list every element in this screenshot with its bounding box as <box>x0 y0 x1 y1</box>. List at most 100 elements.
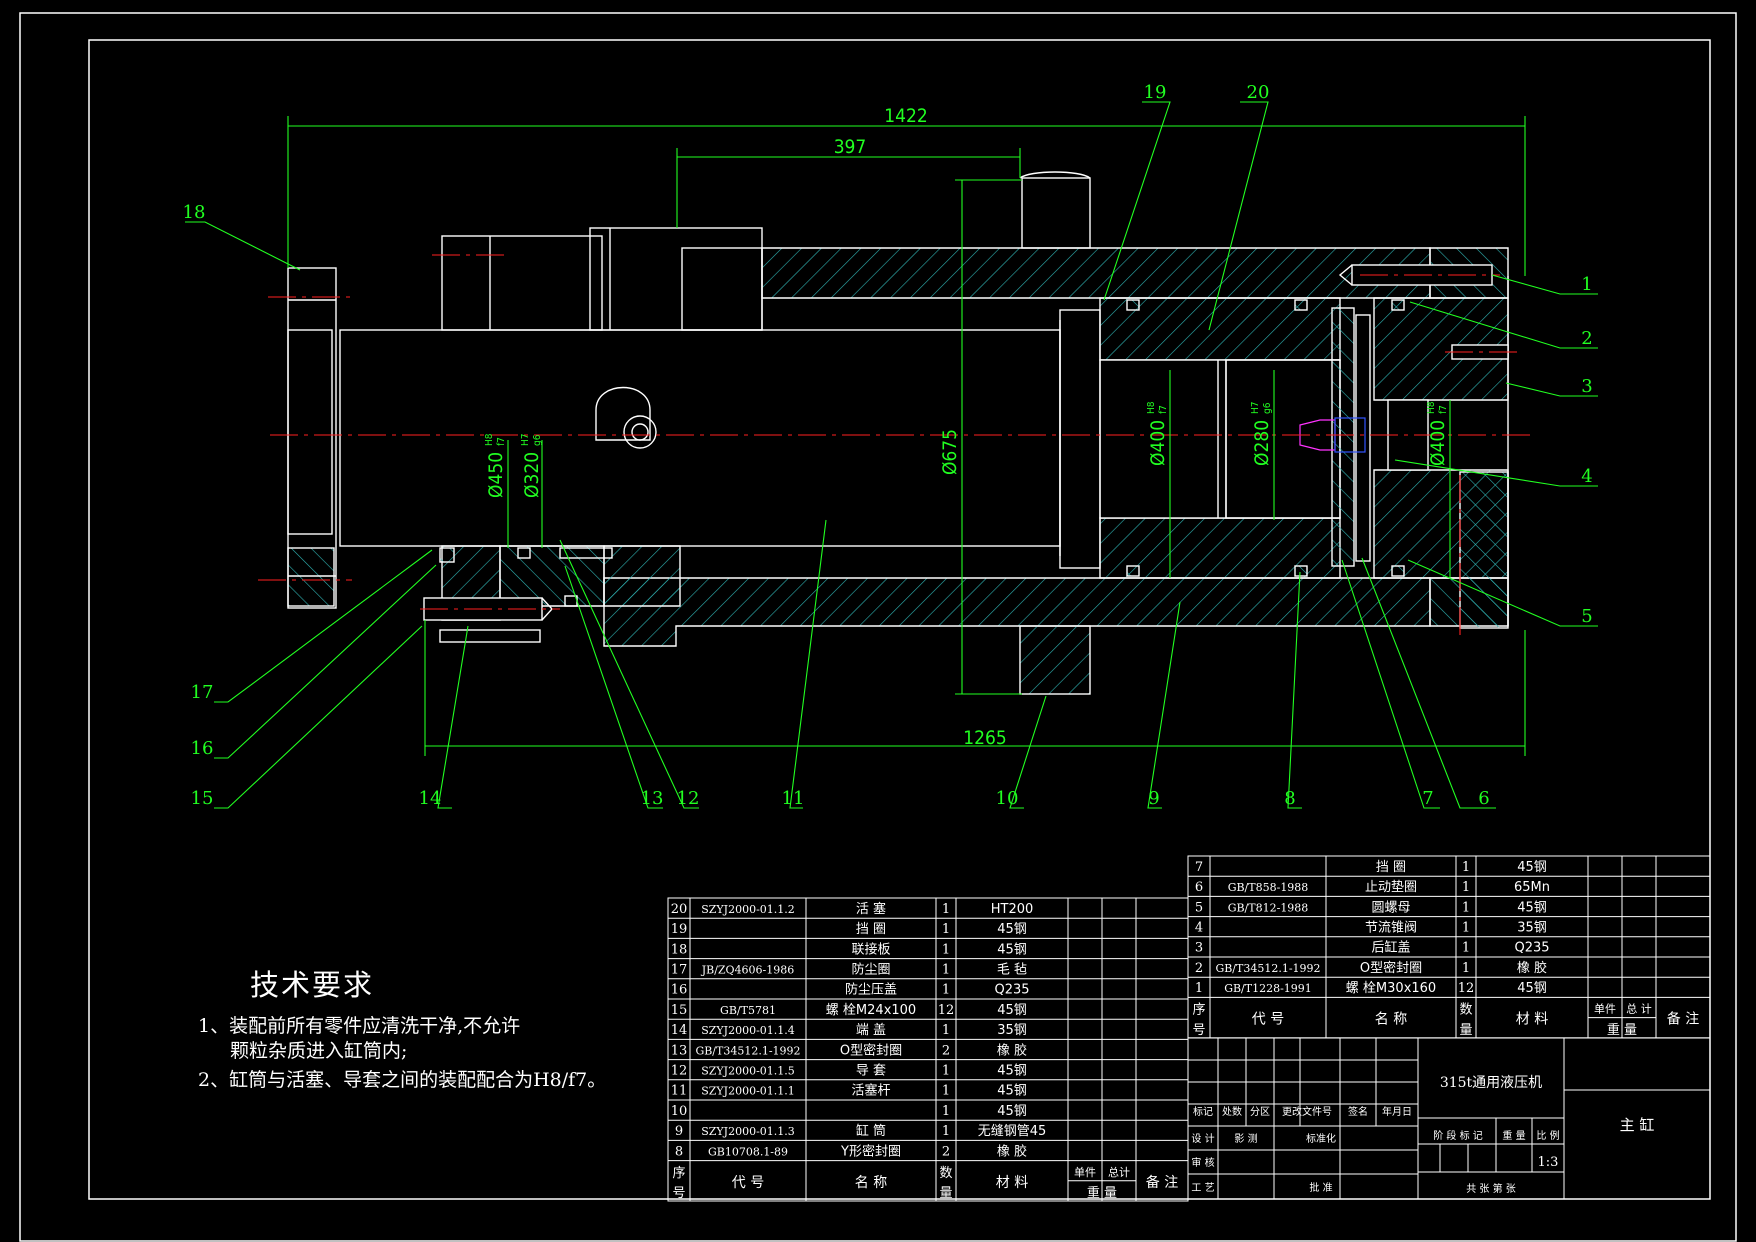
bom-name: 螺 栓M24x100 <box>826 1003 916 1018</box>
balloon-9: 9 <box>1148 788 1159 809</box>
hdr-qty: 数 <box>1459 1003 1472 1018</box>
leader-lines <box>185 101 1598 809</box>
cylinder-body <box>287 171 1509 695</box>
dim-rod-fit-top: H7 <box>520 434 531 447</box>
balloon-2: 2 <box>1581 328 1592 349</box>
bom-code: GB/T1228-1991 <box>1224 982 1312 995</box>
bom-name: 防尘圈 <box>851 962 890 978</box>
tech-line-1b: 颗粒杂质进入缸筒内; <box>230 1040 408 1062</box>
hdr-code: 代 号 <box>1252 1012 1284 1028</box>
bom-qty: 1 <box>1462 860 1470 875</box>
dim-bore-left-value: Ø400 <box>1147 420 1169 466</box>
balloon-15: 15 <box>191 788 214 809</box>
bom-qty: 1 <box>1462 880 1470 895</box>
bom-qty: 1 <box>942 1064 950 1079</box>
bom-material: HT200 <box>991 902 1034 917</box>
bom-qty: 1 <box>1462 900 1470 915</box>
bom-name: 缸 筒 <box>856 1123 886 1139</box>
weight-label: 重 量 <box>1502 1129 1525 1142</box>
bom-material: 65Mn <box>1514 880 1550 895</box>
bom-material: 毛 毡 <box>997 963 1027 978</box>
rev-doc: 更改文件号 <box>1282 1105 1332 1118</box>
balloon-13: 13 <box>641 788 664 809</box>
bom-code: GB/T34512.1-1992 <box>1215 962 1320 975</box>
dim-overall-length: 1422 <box>884 105 928 127</box>
bom-code: GB/T858-1988 <box>1228 881 1309 894</box>
dim-flange-offset: 397 <box>834 136 867 158</box>
hdr-code: 代 号 <box>732 1175 764 1191</box>
bom-material: Q235 <box>1514 941 1549 956</box>
bom-no: 2 <box>1195 961 1203 976</box>
hdr-no: 序 <box>672 1166 685 1181</box>
dim-bore-left-fit-top: H8 <box>1146 401 1157 414</box>
bom-name: 节流锥阀 <box>1365 921 1417 936</box>
stage-label: 阶 段 标 记 <box>1433 1129 1483 1142</box>
bom-name: O型密封圈 <box>1360 960 1422 976</box>
title-block-text: 315t通用液压机 主 缸 1:3 阶 段 标 记 重 量 比 例 共 张 第 … <box>1191 1075 1654 1195</box>
bom-no: 8 <box>675 1144 683 1159</box>
bom-no: 20 <box>671 902 688 917</box>
bom-name: Y形密封圈 <box>840 1143 901 1159</box>
bom-no: 7 <box>1195 860 1203 875</box>
bom-code: SZYJ2000-01.1.5 <box>701 1065 795 1078</box>
bom-material: 橡 胶 <box>997 1042 1027 1058</box>
bom-code: GB/T812-1988 <box>1228 901 1309 914</box>
rev-date: 年月日 <box>1382 1105 1412 1118</box>
bom-material: 45钢 <box>997 1104 1027 1119</box>
rev-zone: 分区 <box>1250 1106 1270 1118</box>
bom-code: JB/ZQ4606-1986 <box>701 964 795 977</box>
rev-count: 处数 <box>1222 1105 1242 1118</box>
process-label: 工 艺 <box>1191 1182 1214 1194</box>
bom-material: 35钢 <box>1517 921 1547 936</box>
bom-material: 35钢 <box>997 1023 1027 1038</box>
technical-requirements: 技术要求 1、装配前所有零件应清洗干净,不允许 颗粒杂质进入缸筒内; 2、缸筒与… <box>198 962 606 1093</box>
balloon-17: 17 <box>191 682 214 703</box>
dim-diameter-flange: Ø675 <box>939 429 961 475</box>
tech-title: 技术要求 <box>250 968 375 1002</box>
bom-qty: 1 <box>942 902 950 917</box>
bom-no: 13 <box>671 1043 688 1058</box>
bom-no: 4 <box>1195 921 1203 936</box>
review-label: 审 核 <box>1191 1156 1214 1169</box>
dim-bore-right-value: Ø400 <box>1427 420 1449 466</box>
bom-qty: 1 <box>942 1124 950 1139</box>
balloon-16: 16 <box>191 738 214 759</box>
balloon-18: 18 <box>183 202 206 223</box>
bom-name: 端 盖 <box>856 1023 886 1038</box>
bom-name: 挡 圈 <box>1376 860 1406 875</box>
balloon-20: 20 <box>1247 82 1270 103</box>
dim-diameter-rod: Ø320 H7 g6 <box>520 434 543 499</box>
hdr-no2: 号 <box>672 1186 685 1201</box>
balloon-6: 6 <box>1478 788 1489 809</box>
balloon-14: 14 <box>419 788 442 809</box>
bom-code: GB10708.1-89 <box>708 1145 788 1158</box>
dim-gland-fit-bottom: f7 <box>496 437 507 446</box>
bom-material: 45钢 <box>997 942 1027 957</box>
bom-table-right: 7 挡 圈 1 45钢 6 GB/T858-1988 止动垫圈 1 65Mn 5 GB/T812-1… <box>1187 855 1711 1039</box>
scale-value: 1:3 <box>1538 1155 1559 1170</box>
dim-cylinder-length: 1265 <box>963 727 1007 749</box>
bom-no: 15 <box>671 1003 688 1018</box>
bom-name: 防尘压盖 <box>845 982 897 998</box>
bom-code: SZYJ2000-01.1.1 <box>701 1085 795 1098</box>
bom-material: 橡 胶 <box>997 1143 1027 1159</box>
rev-sign: 签名 <box>1348 1105 1368 1118</box>
dim-bore-right-fit-bottom: f7 <box>1438 405 1449 414</box>
approve-label: 批 准 <box>1309 1181 1332 1194</box>
hdr-total: 总 计 <box>1626 1002 1652 1016</box>
bom-qty: 1 <box>1462 961 1470 976</box>
bom-table-left: 20 SZYJ2000-01.1.2 活 塞 1 HT20019 挡 圈 1 45钢18 联接板… <box>667 897 1189 1202</box>
bom-name: 后缸盖 <box>1371 940 1410 956</box>
bom-no: 17 <box>671 963 688 978</box>
bom-no: 9 <box>675 1124 683 1139</box>
balloon-8: 8 <box>1284 788 1295 809</box>
hdr-qty2: 量 <box>1459 1023 1472 1038</box>
bom-material: 45钢 <box>997 1084 1027 1099</box>
dim-piston-value: Ø280 <box>1251 420 1273 466</box>
standardize-label: 标准化 <box>1306 1132 1336 1145</box>
bom-qty: 1 <box>942 922 950 937</box>
hdr-remark: 备 注 <box>1146 1174 1178 1191</box>
bom-material: 无缝钢管45 <box>978 1124 1047 1139</box>
dim-diameter-piston: Ø280 H7 g6 <box>1250 402 1273 467</box>
product-name: 315t通用液压机 <box>1440 1075 1542 1091</box>
